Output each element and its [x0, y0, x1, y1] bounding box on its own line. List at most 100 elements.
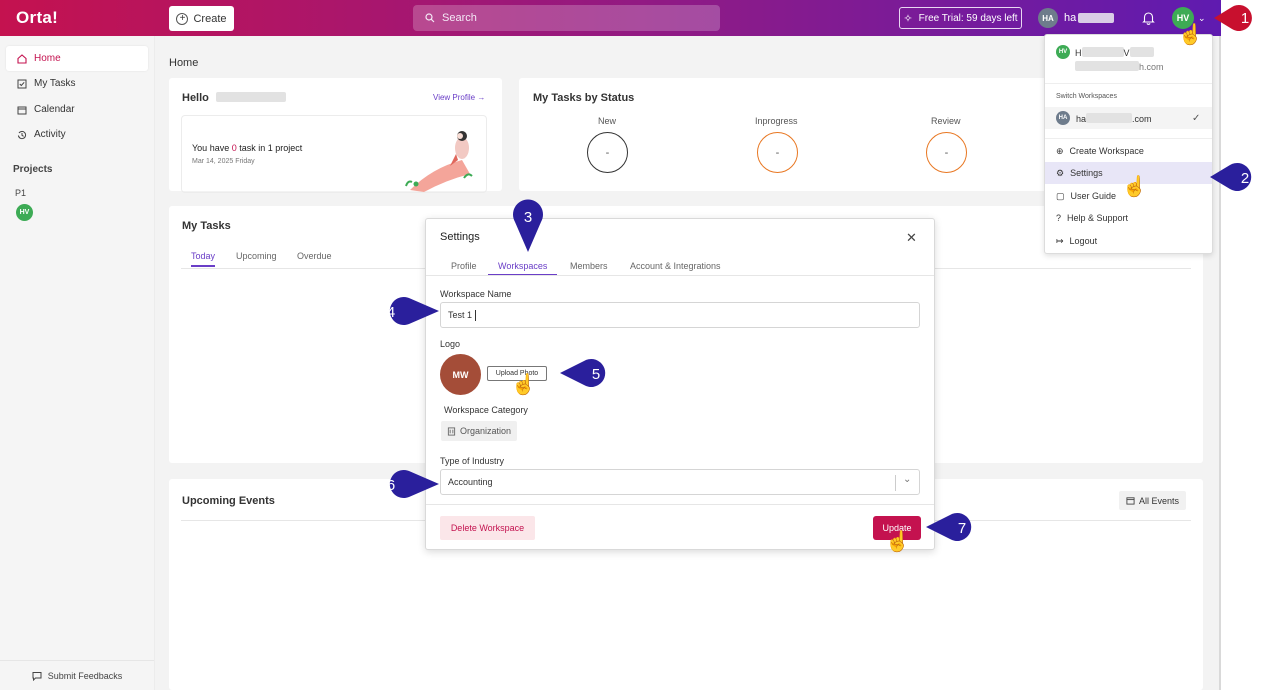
search-icon [425, 13, 435, 23]
upcoming-events-title: Upcoming Events [182, 495, 275, 507]
tab-today[interactable]: Today [191, 251, 216, 267]
dropdown-user-row: HV HV [1056, 45, 1154, 59]
logout-item[interactable]: ↦ Logout [1045, 230, 1212, 252]
hand-cursor-icon: ☝ [1178, 24, 1203, 46]
callout-marker-5: 5 [560, 359, 606, 387]
sidebar-item-home[interactable]: Home [6, 46, 148, 71]
tab-divider [426, 275, 934, 276]
sidebar-item-label: Calendar [34, 104, 75, 115]
sidebar-item-my-tasks[interactable]: My Tasks [6, 71, 148, 96]
industry-select[interactable]: Accounting ⌄ [440, 469, 920, 495]
top-bar: Orta! + Create Search ✧ Free Trial: 59 d… [0, 0, 1221, 36]
workspace-option[interactable]: HA ha .com ✓ [1045, 107, 1212, 129]
tab-members[interactable]: Members [570, 261, 608, 271]
svg-text:4: 4 [387, 304, 395, 321]
industry-value: Accounting [448, 477, 493, 487]
hand-cursor-icon: ☝ [1122, 176, 1147, 198]
workspace-option-label: ha .com [1076, 112, 1152, 124]
status-label-new: New [598, 116, 617, 126]
date-text: Mar 14, 2025 Friday [192, 158, 255, 165]
tab-profile[interactable]: Profile [451, 261, 477, 271]
view-profile-link[interactable]: View Profile → [433, 93, 485, 102]
close-icon[interactable]: ✕ [906, 230, 917, 246]
svg-text:7: 7 [958, 520, 966, 537]
projects-heading: Projects [13, 164, 53, 175]
workspace-user-chip[interactable]: HA ha [1038, 8, 1115, 28]
svg-text:2: 2 [1241, 170, 1249, 187]
checkbox-icon [17, 79, 27, 88]
category-value: Organization [459, 426, 512, 436]
message-icon [32, 671, 42, 681]
home-icon [17, 53, 27, 64]
chevron-down-icon[interactable]: ⌄ [903, 474, 911, 485]
category-chip[interactable]: Organization [441, 421, 517, 441]
tab-overdue[interactable]: Overdue [297, 251, 332, 261]
callout-marker-4: 4 [387, 297, 439, 325]
hand-cursor-icon: ☝ [885, 531, 910, 553]
page-edge [1219, 36, 1221, 690]
free-trial-button[interactable]: ✧ Free Trial: 59 days left [899, 7, 1022, 29]
task-summary-text: You have 0 task in 1 project [192, 143, 303, 153]
sparkle-icon: ✧ [903, 12, 913, 25]
menu-item-label: Settings [1070, 168, 1103, 178]
hello-heading: Hello [182, 92, 286, 104]
footer-divider [426, 504, 934, 505]
sidebar-item-calendar[interactable]: Calendar [6, 97, 148, 122]
dropdown-user-name: HV [1075, 46, 1154, 58]
tab-upcoming[interactable]: Upcoming [236, 251, 277, 261]
menu-item-label: User Guide [1070, 191, 1117, 201]
menu-item-label: Create Workspace [1069, 146, 1144, 156]
callout-marker-1: 1 [1214, 5, 1252, 31]
workspace-name-input[interactable]: Test 1 [440, 302, 920, 328]
menu-item-label: Help & Support [1067, 213, 1129, 223]
status-label-review: Review [931, 116, 961, 126]
redacted-text [1078, 13, 1115, 23]
svg-text:1: 1 [1241, 10, 1249, 27]
breadcrumb: Home [169, 57, 199, 69]
dropdown-divider [1045, 138, 1212, 139]
trial-label: Free Trial: 59 days left [918, 12, 1018, 24]
chevron-down-icon[interactable]: ⌄ [1198, 13, 1206, 24]
tab-workspaces[interactable]: Workspaces [488, 261, 558, 276]
all-events-label: All Events [1138, 495, 1180, 506]
workspace-option-avatar: HA [1056, 111, 1070, 125]
search-input[interactable]: Search [413, 5, 720, 31]
workspace-name-value: Test 1 [448, 310, 473, 320]
text-caret [475, 309, 477, 321]
task-summary-box: You have 0 task in 1 project Mar 14, 202… [181, 115, 487, 193]
menu-item-label: Logout [1069, 236, 1098, 246]
my-tasks-title: My Tasks [182, 220, 231, 232]
all-events-button[interactable]: All Events [1119, 491, 1186, 510]
modal-title: Settings [440, 231, 480, 243]
app-logo[interactable]: Orta! [16, 8, 58, 28]
redacted-text [215, 92, 286, 102]
submit-feedback-button[interactable]: Submit Feedbacks [0, 660, 154, 690]
project-name[interactable]: P1 [15, 188, 26, 198]
svg-text:6: 6 [387, 477, 395, 494]
create-workspace-item[interactable]: ⊕ Create Workspace [1045, 140, 1212, 162]
hand-cursor-icon: ☝ [511, 374, 536, 396]
sidebar-item-label: Home [34, 53, 61, 64]
check-icon: ✓ [1192, 112, 1201, 124]
gear-icon: ⚙ [1056, 167, 1065, 178]
create-label: Create [193, 12, 227, 25]
history-icon [17, 130, 27, 139]
bell-icon[interactable] [1142, 11, 1155, 25]
delete-workspace-button[interactable]: Delete Workspace [440, 516, 535, 540]
search-placeholder: Search [442, 12, 477, 24]
help-icon: ? [1056, 213, 1062, 223]
create-button[interactable]: + Create [169, 6, 234, 31]
calendar-icon [1126, 497, 1135, 505]
building-icon [447, 426, 456, 436]
dropdown-user-email: h.com [1075, 61, 1164, 72]
callout-marker-3: 3 [513, 199, 543, 252]
tab-account-integrations[interactable]: Account & Integrations [630, 261, 721, 271]
help-support-item[interactable]: ? Help & Support [1045, 207, 1212, 229]
sidebar-item-activity[interactable]: Activity [6, 122, 148, 147]
workspace-category-label: Workspace Category [444, 405, 528, 415]
project-member-avatar: HV [16, 204, 33, 221]
plus-icon: + [176, 12, 189, 25]
workspace-avatar: HA [1038, 8, 1058, 28]
status-ring-new: - [587, 132, 628, 173]
callout-marker-7: 7 [926, 513, 972, 541]
